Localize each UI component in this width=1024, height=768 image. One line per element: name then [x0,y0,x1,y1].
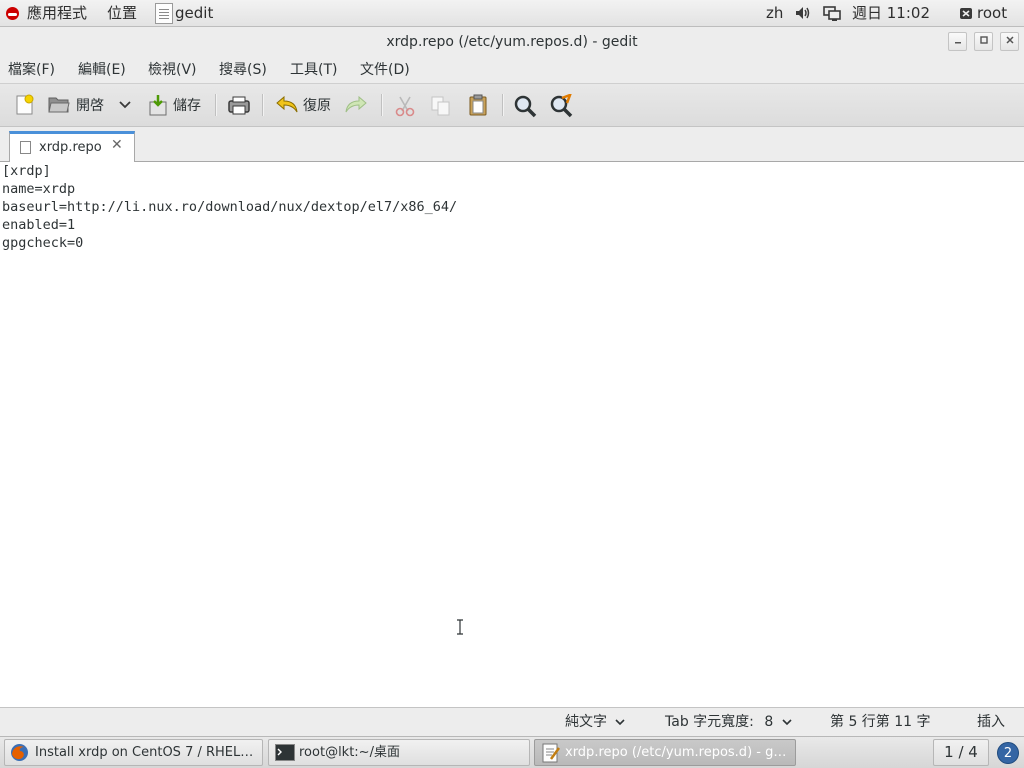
save-button[interactable]: 儲存 [146,84,208,126]
chevron-down-icon [782,718,792,725]
menu-tools[interactable]: 工具(T) [290,57,337,83]
redo-button[interactable] [343,84,369,126]
print-button[interactable] [226,84,252,126]
tab-width-selector[interactable]: Tab 字元寬度: 8 [665,708,792,736]
undo-icon [276,96,298,113]
minimize-button[interactable] [948,32,967,51]
open-folder-icon [48,97,70,113]
menu-view[interactable]: 檢視(V) [148,57,197,83]
document-tabbar: xrdp.repo ✕ [0,127,1024,162]
insert-mode-indicator: 插入 [977,714,1005,730]
cut-button[interactable] [392,84,418,126]
menu-file[interactable]: 檔案(F) [8,57,55,83]
tab-width-value: 8 [764,714,774,730]
text-document-icon [20,141,31,154]
chevron-down-icon[interactable] [119,101,131,109]
editor-line[interactable]: [xrdp] [2,162,51,180]
cursor-position: 第 5 行第 11 字 [830,714,931,730]
gedit-icon [542,743,561,763]
menu-edit[interactable]: 編輯(E) [78,57,126,83]
toolbar: 開啓 儲存 復原 [0,83,1024,127]
task-label: root@lkt:~/桌面 [299,745,400,760]
open-label: 開啓 [76,98,104,114]
minimize-icon [954,42,961,44]
network-icon[interactable] [823,6,841,21]
user-menu[interactable]: root [977,0,1007,27]
top-panel: 應用程式 位置 gedit zh 週日 11:02 root [0,0,1024,27]
menubar: 檔案(F) 編輯(E) 檢視(V) 搜尋(S) 工具(T) 文件(D) [0,57,1024,83]
volume-icon[interactable] [795,6,811,20]
toolbar-separator [215,94,217,116]
statusbar: 純文字 Tab 字元寬度: 8 第 5 行第 11 字 插入 [0,707,1024,736]
app-menu-gedit[interactable]: gedit [175,0,213,27]
undo-label: 復原 [303,98,331,114]
window-title: xrdp.repo (/etc/yum.repos.d) - gedit [386,34,638,50]
workspace-switcher[interactable]: 1 / 4 [933,739,989,766]
save-label: 儲存 [173,98,201,114]
text-cursor-icon [457,619,463,635]
input-language-indicator[interactable]: zh [766,0,783,27]
task-gedit[interactable]: xrdp.repo (/etc/yum.repos.d) - g… [534,739,796,766]
scissors-icon [395,96,415,117]
search-icon [514,95,537,118]
tab-width-label: Tab 字元寬度: [665,714,754,730]
language-label: 純文字 [565,714,607,730]
menu-documents[interactable]: 文件(D) [360,57,410,83]
redo-icon [345,96,367,113]
new-document-button[interactable] [12,84,38,126]
firefox-icon [11,744,28,761]
search-replace-icon [550,94,573,118]
copy-button[interactable] [428,84,454,126]
save-icon [149,95,167,116]
search-replace-button[interactable] [548,84,574,126]
applications-menu[interactable]: 應用程式 [27,0,87,27]
tab-label: xrdp.repo [39,140,102,155]
copy-icon [431,96,450,116]
maximize-button[interactable] [974,32,993,51]
editor-line[interactable]: gpgcheck=0 [2,234,83,252]
close-window-button[interactable] [1000,32,1019,51]
editor-line[interactable]: name=xrdp [2,180,75,198]
gedit-app-icon[interactable] [155,3,173,24]
chevron-down-icon [615,718,626,725]
toolbar-separator [262,94,264,116]
bottom-taskbar: Install xrdp on CentOS 7 / RHEL… root@lk… [0,736,1024,768]
language-selector[interactable]: 純文字 [565,708,626,736]
printer-icon [228,96,250,115]
places-menu[interactable]: 位置 [107,0,137,27]
clock[interactable]: 週日 11:02 [852,0,930,27]
terminal-icon [275,744,295,761]
paste-button[interactable] [465,84,491,126]
editor-line[interactable]: enabled=1 [2,216,75,234]
tab-xrdp-repo[interactable]: xrdp.repo ✕ [9,131,135,162]
maximize-icon [979,36,988,44]
task-label: xrdp.repo (/etc/yum.repos.d) - g… [565,745,787,760]
task-firefox[interactable]: Install xrdp on CentOS 7 / RHEL… [4,739,263,766]
editor-line[interactable]: baseurl=http://li.nux.ro/download/nux/de… [2,198,457,216]
toolbar-separator [502,94,504,116]
power-icon[interactable] [959,7,973,20]
tab-close-icon[interactable]: ✕ [111,137,123,153]
window-titlebar[interactable]: xrdp.repo (/etc/yum.repos.d) - gedit [0,27,1024,57]
redhat-logo-icon[interactable] [6,7,19,20]
close-icon [1005,36,1014,44]
notification-counter[interactable]: 2 [997,742,1019,764]
toolbar-separator [381,94,383,116]
search-button[interactable] [512,84,538,126]
undo-button[interactable]: 復原 [274,84,336,126]
text-editor-area[interactable]: [xrdp] name=xrdp baseurl=http://li.nux.r… [0,162,1024,707]
open-button[interactable]: 開啓 [46,84,136,126]
new-document-icon [16,94,34,115]
paste-icon [469,94,487,116]
task-terminal[interactable]: root@lkt:~/桌面 [268,739,530,766]
task-label: Install xrdp on CentOS 7 / RHEL… [35,745,254,760]
menu-search[interactable]: 搜尋(S) [219,57,267,83]
